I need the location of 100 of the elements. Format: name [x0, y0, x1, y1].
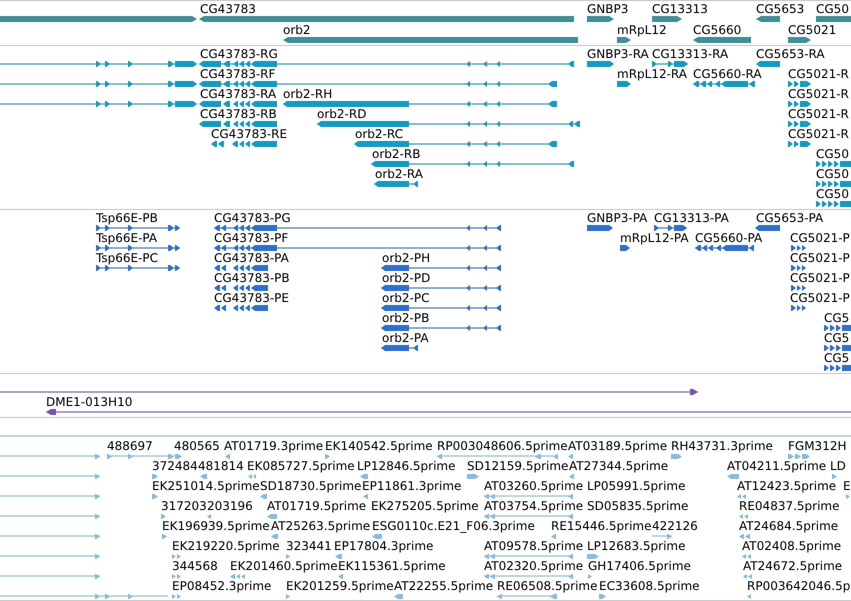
feature-arrow[interactable]	[671, 454, 682, 459]
feature-arrow[interactable]	[832, 474, 837, 479]
gene-bar[interactable]	[756, 16, 780, 22]
feature-arrow[interactable]	[755, 225, 780, 231]
gene-model-drawing[interactable]	[214, 225, 501, 231]
feature-arrow[interactable]	[551, 534, 556, 539]
feature-arrow[interactable]	[587, 554, 599, 559]
feature-label: GNBP3	[587, 2, 628, 16]
gene-model-drawing[interactable]	[816, 181, 851, 187]
gene-model-drawing[interactable]	[199, 81, 557, 87]
gene-model-drawing[interactable]	[824, 325, 851, 331]
feature-arrow[interactable]	[286, 554, 290, 559]
feature-arrow[interactable]	[756, 61, 780, 67]
gene-model-drawing[interactable]	[788, 101, 811, 107]
gene-model-drawing[interactable]	[788, 141, 811, 147]
feature-arrow[interactable]	[152, 494, 158, 499]
gene-model-drawing[interactable]	[791, 305, 806, 311]
feature-arrow[interactable]	[325, 454, 330, 459]
feature-arrow[interactable]	[747, 594, 751, 599]
feature-label: CG5021-R	[788, 67, 849, 81]
feature-arrow[interactable]	[162, 534, 167, 539]
gene-bar[interactable]	[587, 16, 614, 22]
feature-arrow[interactable]	[267, 514, 277, 519]
gene-model-drawing[interactable]	[283, 101, 557, 107]
gene-model-drawing[interactable]	[214, 245, 501, 251]
feature-arrow[interactable]	[286, 594, 290, 599]
gene-model-drawing[interactable]	[788, 81, 811, 87]
gene-model-drawing[interactable]	[381, 325, 501, 331]
feature-arrow[interactable]	[175, 454, 182, 459]
gene-model-drawing[interactable]	[695, 245, 754, 251]
feature-arrow[interactable]	[207, 514, 211, 519]
gene-bar[interactable]	[788, 37, 811, 43]
gene-model-drawing[interactable]	[199, 61, 574, 67]
gene-model-drawing[interactable]	[199, 101, 277, 107]
gene-model-drawing[interactable]	[96, 245, 180, 251]
feature-arrow[interactable]	[200, 474, 207, 479]
gene-model-drawing[interactable]	[211, 141, 277, 147]
gene-model-drawing[interactable]	[354, 141, 557, 147]
gene-model-drawing[interactable]	[791, 265, 806, 271]
feature-arrow[interactable]	[260, 494, 267, 499]
gene-model-drawing[interactable]	[654, 225, 687, 231]
feature-arrow[interactable]	[372, 534, 382, 539]
gene-model-drawing[interactable]	[214, 305, 268, 311]
feature-arrow[interactable]	[225, 454, 230, 459]
feature-arrow[interactable]	[271, 534, 278, 539]
feature-arrow[interactable]	[335, 554, 342, 559]
gene-model-drawing[interactable]	[371, 161, 574, 167]
gene-model-drawing[interactable]	[816, 161, 851, 167]
gene-bar[interactable]	[693, 37, 751, 43]
feature-label: orb2-PC	[382, 291, 430, 305]
feature-arrow[interactable]	[467, 474, 479, 479]
gene-model-drawing[interactable]	[652, 61, 688, 67]
gene-model-drawing[interactable]	[824, 345, 851, 351]
feature-arrow[interactable]	[846, 494, 850, 499]
gene-model-drawing[interactable]	[214, 265, 268, 271]
gene-bar[interactable]	[652, 16, 682, 22]
feature-arrow[interactable]	[599, 594, 606, 599]
feature-arrow[interactable]	[620, 245, 630, 251]
gene-model-drawing[interactable]	[0, 81, 197, 87]
feature-arrow[interactable]	[587, 61, 614, 67]
feature-label: CG50	[816, 167, 849, 181]
gene-model-drawing[interactable]	[317, 121, 580, 127]
gene-model-drawing[interactable]	[788, 121, 811, 127]
feature-arrow[interactable]	[363, 494, 368, 499]
feature-arrow[interactable]	[588, 574, 592, 579]
gene-model-drawing[interactable]	[381, 305, 501, 311]
feature-arrow[interactable]	[152, 474, 158, 479]
feature-label: RE15446.5prime	[551, 519, 652, 533]
gene-model-drawing[interactable]	[46, 409, 851, 415]
gene-model-drawing[interactable]	[824, 365, 851, 371]
feature-arrow[interactable]	[394, 594, 403, 599]
feature-arrow[interactable]	[727, 474, 739, 479]
gene-model-drawing[interactable]	[791, 285, 806, 291]
gene-model-drawing[interactable]	[0, 101, 197, 107]
feature-arrow[interactable]	[617, 81, 631, 87]
gene-model-drawing[interactable]	[214, 285, 268, 291]
gene-model-drawing[interactable]	[96, 265, 180, 271]
gene-model-drawing[interactable]	[791, 245, 806, 251]
gene-model-drawing[interactable]	[381, 265, 501, 271]
feature-label: CG13313-RA	[652, 47, 728, 61]
feature-arrow[interactable]	[161, 514, 166, 519]
gene-model-drawing[interactable]	[693, 81, 755, 87]
feature-arrow[interactable]	[338, 574, 343, 579]
feature-arrow[interactable]	[587, 225, 613, 231]
gene-model-drawing[interactable]	[374, 181, 418, 187]
gene-model-drawing[interactable]	[381, 285, 501, 291]
feature-line[interactable]	[0, 434, 851, 439]
gene-model-drawing[interactable]	[0, 389, 698, 395]
feature-label: CG5660	[693, 23, 742, 37]
feature-label: CG5021-P	[790, 291, 850, 305]
feature-arrow[interactable]	[569, 474, 574, 479]
feature-label: EK115361.5prime	[338, 559, 446, 573]
feature-arrow[interactable]	[568, 454, 573, 459]
gene-bar[interactable]	[617, 37, 631, 43]
gene-model-drawing[interactable]	[0, 61, 197, 67]
gene-model-drawing[interactable]	[381, 345, 418, 351]
gene-model-drawing[interactable]	[96, 225, 180, 231]
gene-model-drawing[interactable]	[199, 121, 277, 127]
feature-arrow[interactable]	[360, 474, 368, 479]
gene-model-drawing[interactable]	[816, 201, 851, 207]
